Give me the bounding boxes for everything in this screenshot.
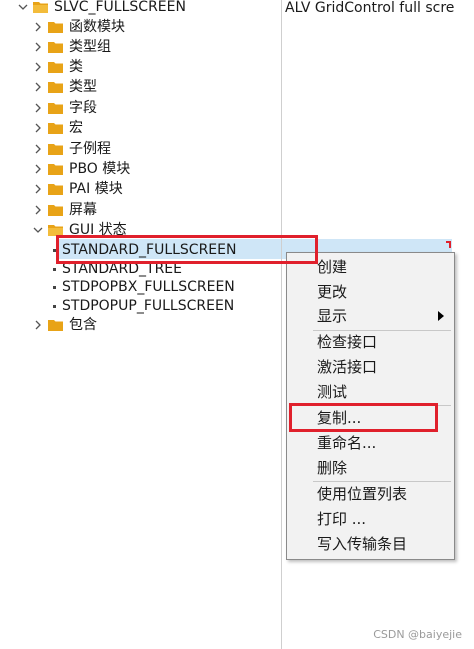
menu-item-copy[interactable]: 复制... xyxy=(287,406,454,430)
chevron-right-icon[interactable] xyxy=(33,164,43,174)
menu-item-label: 复制... xyxy=(317,409,362,427)
tree-leaf-stdpopbx-fullscreen[interactable]: STDPOPBX_FULLSCREEN xyxy=(0,277,282,297)
folder-icon xyxy=(48,143,64,156)
tree-leaf-label: STDPOPBX_FULLSCREEN xyxy=(62,279,235,295)
bullet-icon xyxy=(53,286,56,289)
menu-item-where-used-list[interactable]: 使用位置列表 xyxy=(287,482,454,506)
chevron-right-icon[interactable] xyxy=(33,62,43,72)
chevron-down-icon[interactable] xyxy=(33,225,43,235)
tree-node-pai-modules[interactable]: PAI 模块 xyxy=(0,179,282,199)
chevron-right-icon[interactable] xyxy=(33,184,43,194)
tree-leaf-label: STANDARD_FULLSCREEN xyxy=(62,242,237,258)
tree-root[interactable]: SLVC_FULLSCREEN xyxy=(0,0,282,17)
folder-icon xyxy=(48,163,64,176)
tree-node-function-modules[interactable]: 函数模块 xyxy=(0,17,282,37)
tree-node-type-groups[interactable]: 类型组 xyxy=(0,37,282,57)
menu-item-check-interface[interactable]: 检查接口 xyxy=(287,330,454,354)
tree-node-label: PBO 模块 xyxy=(69,161,131,177)
chevron-right-icon[interactable] xyxy=(33,144,43,154)
folder-icon xyxy=(48,183,64,196)
tree-leaf-standard-tree[interactable]: STANDARD_TREE xyxy=(0,259,282,279)
tree-node-label: 屏幕 xyxy=(69,202,97,218)
tree-node-label: 字段 xyxy=(69,100,97,116)
menu-item-label: 重命名... xyxy=(317,434,377,452)
tree-node-gui-status[interactable]: GUI 状态 xyxy=(0,220,282,240)
folder-open-icon xyxy=(48,224,64,237)
menu-item-rename[interactable]: 重命名... xyxy=(287,431,454,455)
chevron-right-icon[interactable] xyxy=(33,320,43,330)
folder-icon xyxy=(48,21,64,34)
description-text: ALV GridControl full scre xyxy=(285,0,455,16)
menu-item-create[interactable]: 创建 xyxy=(287,255,454,279)
chevron-right-icon[interactable] xyxy=(33,82,43,92)
folder-icon xyxy=(48,319,64,332)
context-menu: 创建 更改 显示 检查接口 激活接口 测试 复制... 重命名... 删除 使用… xyxy=(286,252,455,560)
tree-node-label: 类型组 xyxy=(69,39,111,55)
tree-node-label: 类型 xyxy=(69,79,97,95)
tree-node-types[interactable]: 类型 xyxy=(0,77,282,97)
menu-item-label: 测试 xyxy=(317,383,348,401)
menu-item-write-transport-entry[interactable]: 写入传输条目 xyxy=(287,532,454,556)
folder-icon xyxy=(48,81,64,94)
menu-item-label: 打印 ... xyxy=(317,510,367,528)
chevron-right-icon[interactable] xyxy=(33,103,43,113)
menu-item-test[interactable]: 测试 xyxy=(287,380,454,404)
tree-node-label: 宏 xyxy=(69,120,83,136)
folder-icon xyxy=(48,122,64,135)
tree-node-label: 类 xyxy=(69,59,83,75)
tree-node-pbo-modules[interactable]: PBO 模块 xyxy=(0,159,282,179)
chevron-right-icon[interactable] xyxy=(33,123,43,133)
bullet-icon xyxy=(53,305,56,308)
tree-root-label: SLVC_FULLSCREEN xyxy=(54,0,186,15)
menu-item-label: 删除 xyxy=(317,459,348,477)
menu-item-activate-interface[interactable]: 激活接口 xyxy=(287,355,454,379)
menu-item-delete[interactable]: 删除 xyxy=(287,456,454,480)
menu-item-label: 创建 xyxy=(317,258,348,276)
object-tree: SLVC_FULLSCREEN 函数模块 类型组 类 类型 字段 宏 子例程 P… xyxy=(0,0,282,649)
tree-node-label: GUI 状态 xyxy=(69,222,127,238)
chevron-right-icon[interactable] xyxy=(33,22,43,32)
folder-icon xyxy=(48,41,64,54)
tree-leaf-standard-fullscreen[interactable]: STANDARD_FULLSCREEN xyxy=(0,240,282,260)
tree-leaf-label: STDPOPUP_FULLSCREEN xyxy=(62,298,235,314)
bullet-icon xyxy=(53,268,56,271)
menu-item-label: 显示 xyxy=(317,307,348,325)
menu-item-print[interactable]: 打印 ... xyxy=(287,507,454,531)
folder-open-icon xyxy=(33,1,49,14)
tree-leaf-label: STANDARD_TREE xyxy=(62,261,182,277)
tree-node-subroutines[interactable]: 子例程 xyxy=(0,139,282,159)
menu-item-display[interactable]: 显示 xyxy=(287,304,454,328)
bullet-icon xyxy=(53,249,56,252)
menu-item-label: 使用位置列表 xyxy=(317,485,408,503)
tree-node-label: 子例程 xyxy=(69,141,111,157)
tree-node-fields[interactable]: 字段 xyxy=(0,98,282,118)
tree-node-label: PAI 模块 xyxy=(69,181,123,197)
menu-item-label: 激活接口 xyxy=(317,358,378,376)
triangle-right-icon xyxy=(438,311,444,321)
tree-node-includes[interactable]: 包含 xyxy=(0,315,282,335)
tree-node-label: 函数模块 xyxy=(69,19,125,35)
menu-item-label: 检查接口 xyxy=(317,333,378,351)
menu-item-change[interactable]: 更改 xyxy=(287,280,454,304)
tree-node-label: 包含 xyxy=(69,317,97,333)
folder-icon xyxy=(48,102,64,115)
folder-icon xyxy=(48,61,64,74)
tree-node-screens[interactable]: 屏幕 xyxy=(0,200,282,220)
chevron-right-icon[interactable] xyxy=(33,42,43,52)
chevron-down-icon[interactable] xyxy=(18,2,28,12)
chevron-right-icon[interactable] xyxy=(33,205,43,215)
menu-item-label: 写入传输条目 xyxy=(317,535,408,553)
tree-leaf-stdpopup-fullscreen[interactable]: STDPOPUP_FULLSCREEN xyxy=(0,296,282,316)
tree-node-macros[interactable]: 宏 xyxy=(0,118,282,138)
folder-icon xyxy=(48,204,64,217)
tree-node-classes[interactable]: 类 xyxy=(0,57,282,77)
menu-item-label: 更改 xyxy=(317,283,348,301)
